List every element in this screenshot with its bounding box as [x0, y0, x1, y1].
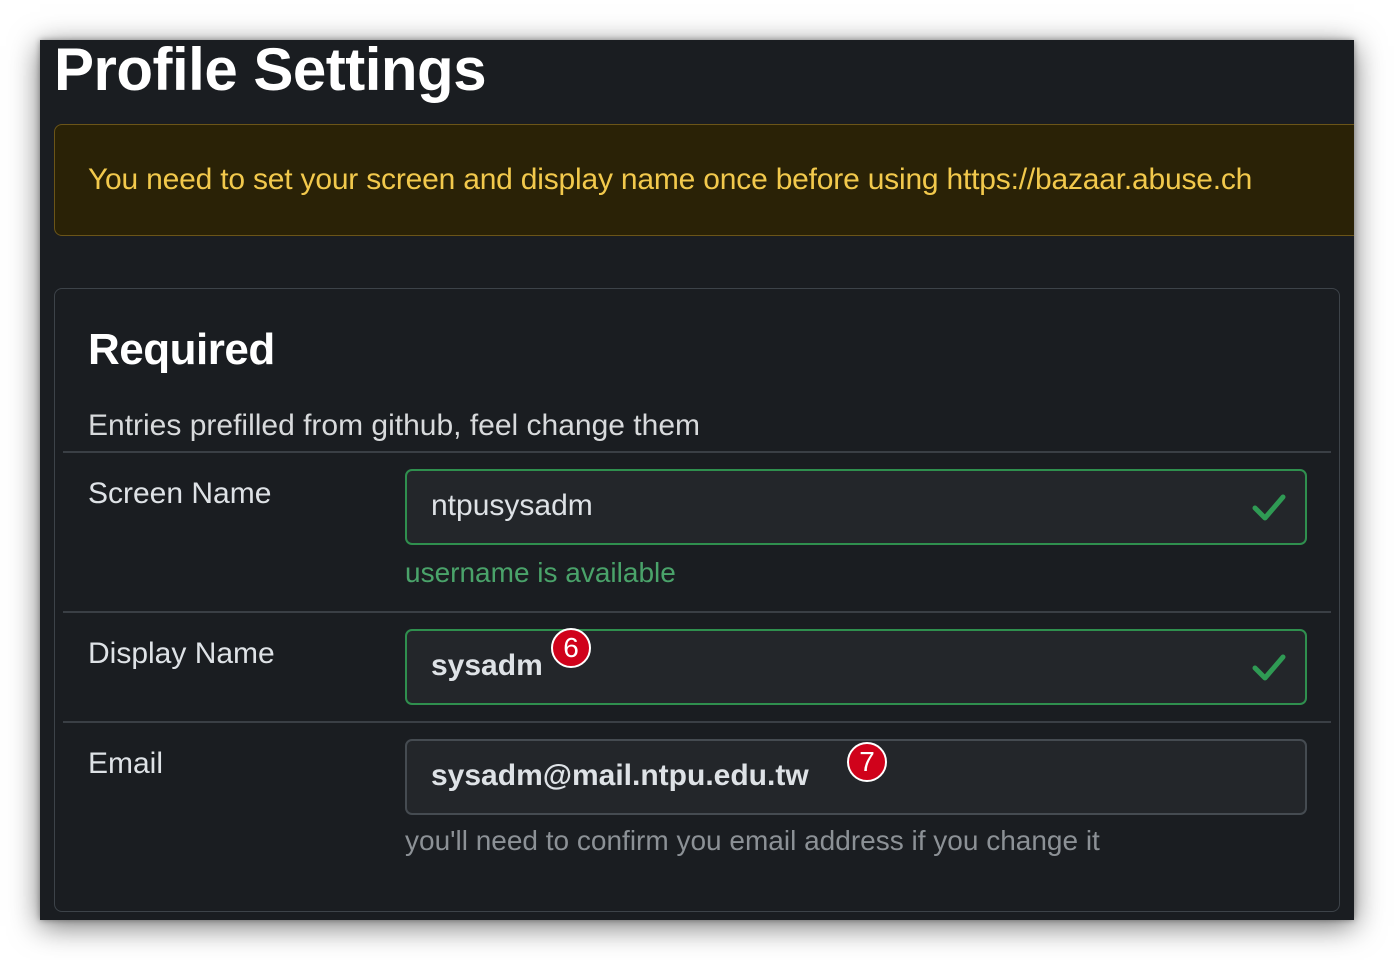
required-card: Required Entries prefilled from github, …: [54, 288, 1340, 912]
divider: [63, 611, 1331, 613]
screen-name-feedback: username is available: [405, 557, 676, 588]
card-title: Required: [88, 325, 275, 374]
email-help-text: you'll need to confirm you email address…: [405, 825, 1100, 856]
email-label: Email: [88, 747, 164, 780]
email-value: sysadm@mail.ntpu.edu.tw: [431, 759, 809, 792]
screen-name-value: ntpusysadm: [431, 489, 593, 522]
divider: [63, 451, 1331, 453]
check-icon: [1252, 654, 1286, 681]
display-name-input[interactable]: sysadm: [405, 629, 1307, 705]
annotation-badge-6: 6: [551, 628, 591, 668]
check-icon: [1252, 494, 1286, 521]
alert-message: You need to set your screen and display …: [88, 163, 1253, 196]
page-title: Profile Settings: [54, 40, 487, 103]
warning-alert: You need to set your screen and display …: [54, 124, 1354, 236]
app-window: Profile Settings You need to set your sc…: [40, 40, 1354, 920]
screen-name-input[interactable]: ntpusysadm: [405, 469, 1307, 545]
card-subtitle: Entries prefilled from github, feel chan…: [88, 409, 700, 442]
display-name-label: Display Name: [88, 637, 275, 670]
display-name-value: sysadm: [431, 649, 543, 682]
annotation-badge-7: 7: [847, 742, 887, 782]
screen-name-label: Screen Name: [88, 477, 272, 510]
divider: [63, 721, 1331, 723]
